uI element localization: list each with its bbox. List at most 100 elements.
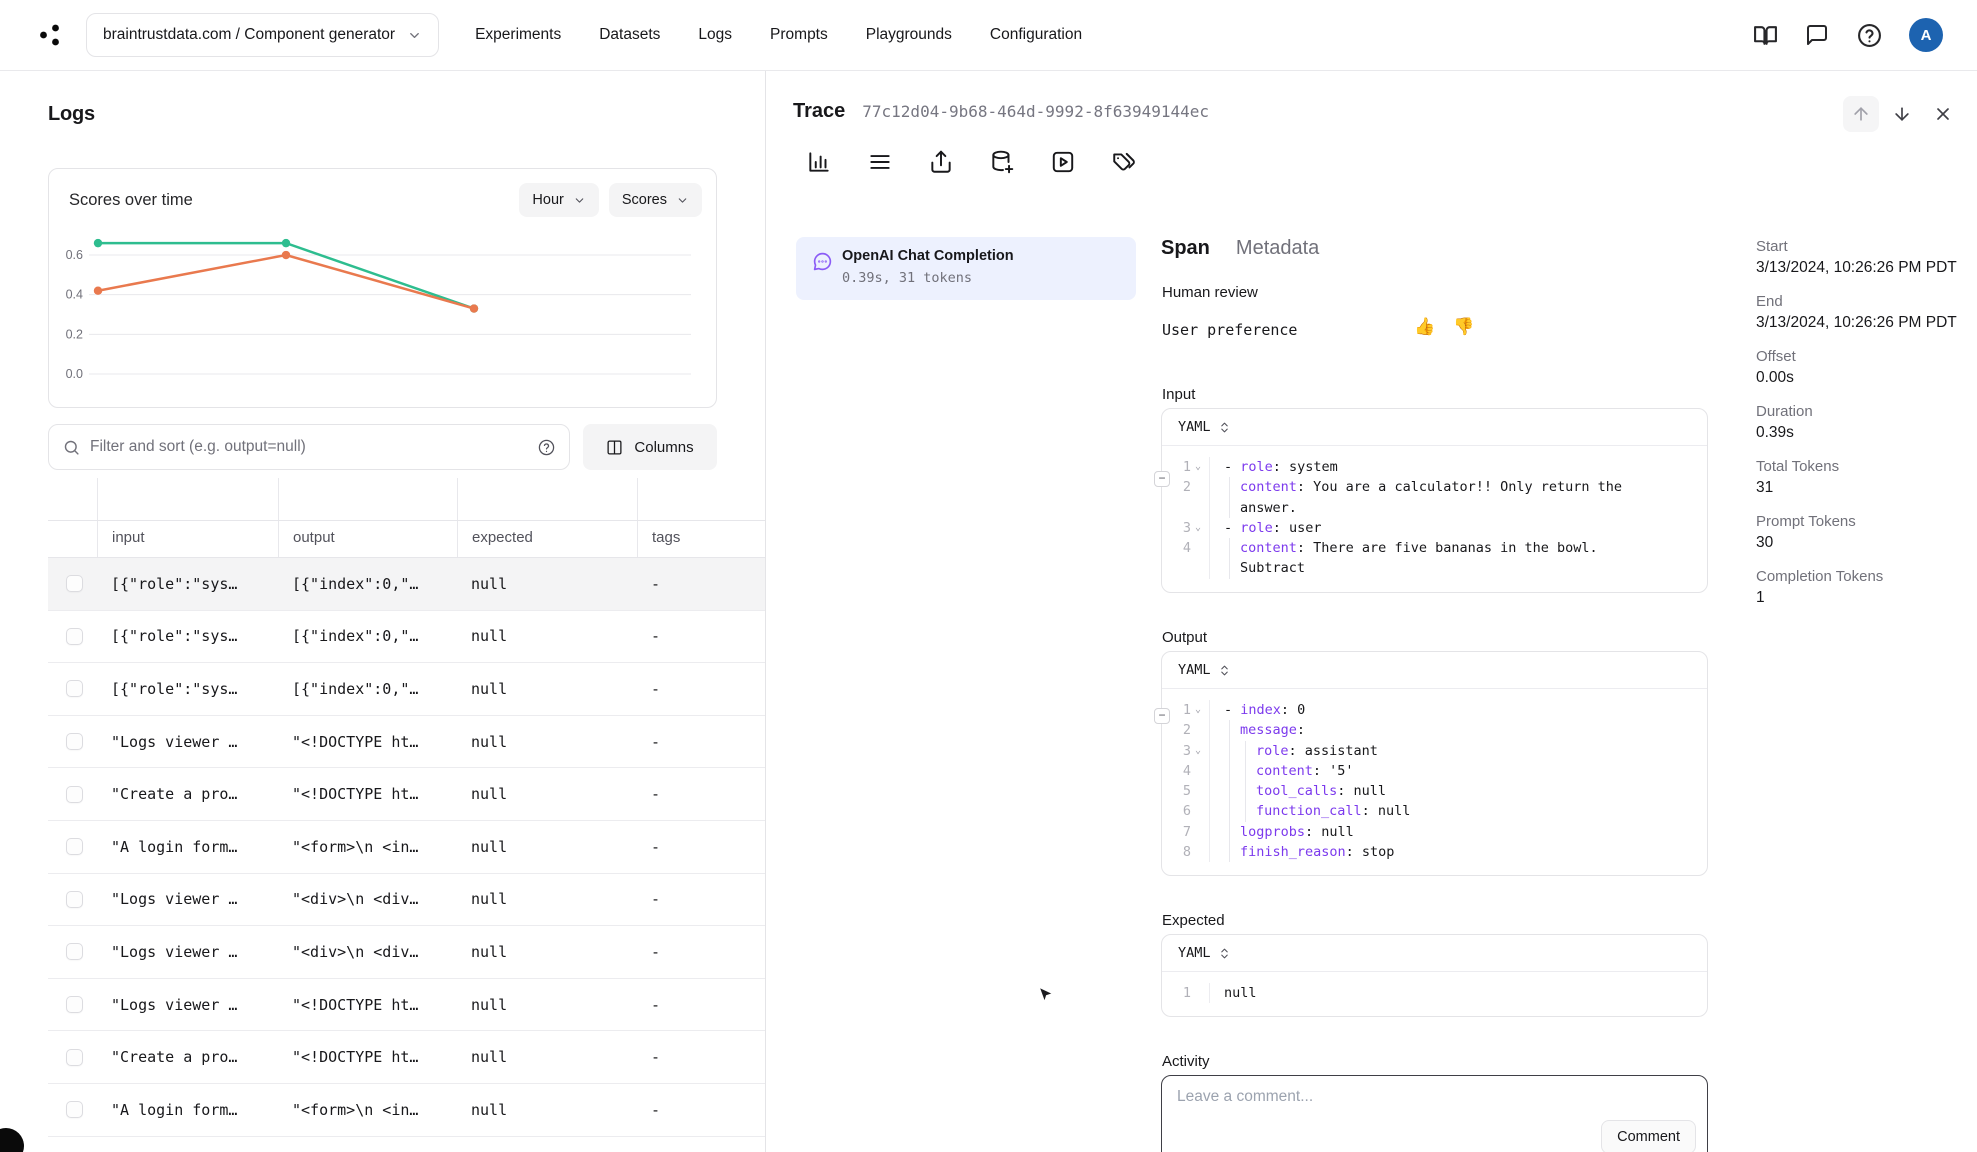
thumbs-down-button[interactable]: 👎 [1453, 317, 1474, 337]
comment-submit-button[interactable]: Comment [1601, 1120, 1696, 1152]
row-checkbox[interactable] [66, 943, 83, 961]
interval-dropdown[interactable]: Hour [519, 183, 599, 217]
indent-guide-line [1245, 760, 1246, 782]
share-icon[interactable] [928, 149, 954, 175]
table-row[interactable]: "Create a pro… "<!DOCTYPE ht… null - [48, 1031, 765, 1084]
span-chart-icon[interactable] [806, 149, 832, 175]
nav-link-experiments[interactable]: Experiments [475, 26, 561, 44]
cell-tags: - [651, 995, 661, 1014]
next-trace-button[interactable] [1884, 96, 1920, 132]
metadata-item: End 3/13/2024, 10:26:26 PM PDT [1756, 292, 1962, 334]
yaml-key: content [1240, 479, 1297, 496]
line-gutter: 2 [1162, 720, 1210, 741]
thumbs-up-button[interactable]: 👍 [1414, 317, 1435, 337]
close-trace-button[interactable] [1925, 96, 1961, 132]
cell-output: [{"index":0,"… [292, 679, 419, 698]
column-header-tags[interactable]: tags [637, 521, 765, 557]
yaml-text: - [1224, 519, 1241, 536]
nav-link-prompts[interactable]: Prompts [770, 26, 828, 44]
input-format-select[interactable]: YAML [1162, 409, 1707, 446]
yaml-text: - [1224, 459, 1241, 475]
row-checkbox[interactable] [66, 627, 83, 645]
collapse-input-button[interactable]: − [1154, 471, 1170, 487]
table-row[interactable]: "Logs viewer … "<div>\n <div… null - [48, 926, 765, 979]
table-row[interactable]: "A login form… "<form>\n <in… null - [48, 821, 765, 874]
search-input[interactable]: Filter and sort (e.g. output=null) [48, 424, 570, 470]
fold-toggle-icon[interactable]: ⌄ [1193, 741, 1203, 761]
table-row[interactable]: "Logs viewer … "<!DOCTYPE ht… null - [48, 979, 765, 1032]
yaml-text: : You are a calculator!! Only return the… [1240, 479, 1631, 516]
table-row[interactable]: "A login form… "<form>\n <in… null - [48, 1084, 765, 1137]
code-line: 2 content: You are a calculator!! Only re… [1162, 477, 1707, 518]
fold-toggle-icon[interactable]: ⌄ [1193, 518, 1203, 538]
scores-chart-card: Scores over time Hour Scores 0.6 0.4 0.2 0.… [48, 168, 717, 408]
line-gutter: 3 ⌄ [1162, 740, 1210, 761]
table-row[interactable]: [{"role":"sys… [{"index":0,"… null - [48, 611, 765, 664]
code-line: 1 ⌄ - index: 0 [1162, 700, 1707, 721]
table-row[interactable]: "Logs viewer … "<div>\n <div… null - [48, 874, 765, 927]
code-line: 1 ⌄ - role: system [1162, 457, 1707, 478]
row-checkbox[interactable] [66, 1101, 83, 1119]
project-selector[interactable]: braintrustdata.com / Component generator [86, 13, 440, 57]
row-checkbox[interactable] [66, 890, 83, 908]
column-header-input[interactable]: input [97, 521, 278, 557]
expected-format-select[interactable]: YAML [1162, 935, 1707, 972]
previous-trace-button[interactable] [1843, 96, 1879, 132]
row-checkbox[interactable] [66, 838, 83, 856]
columns-button[interactable]: Columns [583, 424, 717, 470]
tab-metadata[interactable]: Metadata [1236, 237, 1319, 260]
column-header-output[interactable]: output [278, 521, 457, 557]
yaml-text: : stop [1345, 844, 1395, 861]
cell-output: [{"index":0,"… [292, 574, 419, 593]
expected-yaml-card: YAML 1 null [1161, 934, 1708, 1018]
row-checkbox[interactable] [66, 996, 83, 1014]
yaml-text: : null [1305, 823, 1354, 840]
y-tick-label: 0.0 [66, 367, 83, 381]
cell-input: "Logs viewer … [111, 732, 238, 751]
row-checkbox[interactable] [66, 680, 83, 698]
comment-textarea[interactable]: Leave a comment... Comment [1161, 1075, 1708, 1152]
span-list-item[interactable]: OpenAI Chat Completion 0.39s, 31 tokens [796, 237, 1136, 300]
help-icon[interactable] [1857, 23, 1882, 48]
feedback-chat-icon[interactable] [1805, 23, 1830, 48]
table-spacer-row [48, 478, 765, 520]
cell-expected: null [471, 890, 508, 909]
trace-panel: Trace 77c12d04-9b68-464d-9992-8f63949144… [766, 71, 1977, 1152]
row-checkbox[interactable] [66, 785, 83, 803]
line-number: 1 [1182, 702, 1191, 718]
yaml-key: message [1240, 722, 1297, 739]
span-list-icon[interactable] [867, 149, 893, 175]
metric-dropdown[interactable]: Scores [608, 183, 702, 217]
nav-link-configuration[interactable]: Configuration [990, 26, 1082, 44]
add-to-dataset-icon[interactable] [989, 149, 1015, 175]
collapse-output-button[interactable]: − [1154, 708, 1170, 724]
row-checkbox[interactable] [66, 733, 83, 751]
output-format-select[interactable]: YAML [1162, 652, 1707, 689]
fold-toggle-icon[interactable]: ⌄ [1193, 700, 1203, 720]
table-row[interactable]: "Logs viewer … "<!DOCTYPE ht… null - [48, 716, 765, 769]
yaml-key: role [1240, 519, 1273, 536]
nav-link-logs[interactable]: Logs [698, 26, 732, 44]
line-gutter: 7 [1162, 821, 1210, 843]
code-line: 3 ⌄ role: assistant [1162, 740, 1707, 761]
table-row[interactable]: "Create a pro… "<!DOCTYPE ht… null - [48, 768, 765, 821]
row-checkbox[interactable] [66, 575, 83, 593]
column-header-expected[interactable]: expected [457, 521, 637, 557]
nav-link-datasets[interactable]: Datasets [599, 26, 660, 44]
docs-book-icon[interactable] [1753, 23, 1778, 48]
table-row[interactable]: [{"role":"sys… [{"index":0,"… null - [48, 663, 765, 716]
logs-panel: Logs Scores over time Hour Scores 0.6 0.4… [0, 71, 766, 1152]
playground-icon[interactable] [1050, 149, 1076, 175]
tab-span[interactable]: Span [1161, 237, 1210, 260]
row-checkbox[interactable] [66, 1048, 83, 1066]
line-content: finish_reason: stop [1210, 842, 1707, 863]
user-avatar[interactable]: A [1909, 18, 1943, 52]
code-line: 8 finish_reason: stop [1162, 842, 1707, 863]
fold-toggle-icon[interactable]: ⌄ [1193, 457, 1203, 477]
filter-help-icon[interactable] [538, 439, 555, 456]
nav-link-playgrounds[interactable]: Playgrounds [866, 26, 952, 44]
table-row[interactable]: [{"role":"sys… [{"index":0,"… null - [48, 558, 765, 611]
tags-icon[interactable] [1111, 149, 1137, 175]
